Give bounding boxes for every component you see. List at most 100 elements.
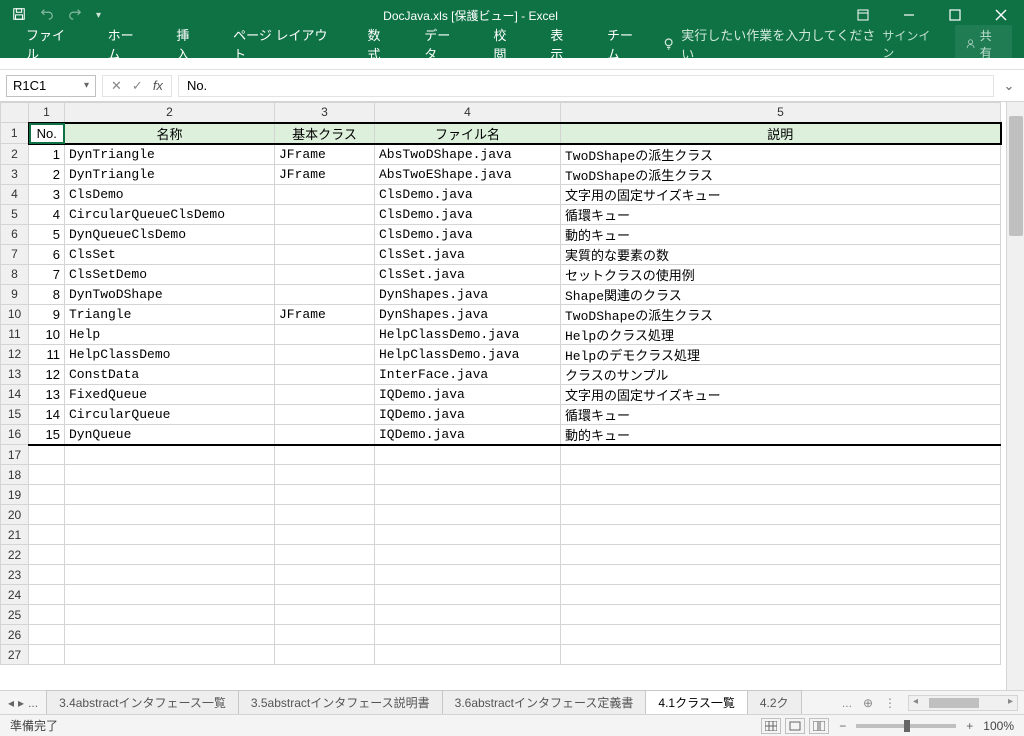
cell-r23-c2[interactable] xyxy=(65,565,275,585)
col-header-3[interactable]: 3 xyxy=(275,103,375,123)
cell-r3-c3[interactable]: JFrame xyxy=(275,164,375,184)
undo-icon[interactable] xyxy=(40,7,54,24)
cell-r26-c2[interactable] xyxy=(65,625,275,645)
header-cell-4[interactable]: 説明 xyxy=(561,123,1001,144)
cell-r21-c3[interactable] xyxy=(275,525,375,545)
cell-r25-c4[interactable] xyxy=(375,605,561,625)
cell-r23-c3[interactable] xyxy=(275,565,375,585)
cell-r20-c1[interactable] xyxy=(29,505,65,525)
cell-r10-c2[interactable]: Triangle xyxy=(65,304,275,324)
chevron-down-icon[interactable]: ▾ xyxy=(84,80,89,91)
col-header-4[interactable]: 4 xyxy=(375,103,561,123)
cell-r22-c5[interactable] xyxy=(561,545,1001,565)
cell-r27-c5[interactable] xyxy=(561,645,1001,665)
row-header-11[interactable]: 11 xyxy=(1,324,29,344)
sheet-tab-4[interactable]: 4.2ク xyxy=(747,690,802,716)
cell-r18-c1[interactable] xyxy=(29,465,65,485)
cell-r11-c3[interactable] xyxy=(275,324,375,344)
cell-r21-c1[interactable] xyxy=(29,525,65,545)
cell-r16-c3[interactable] xyxy=(275,424,375,445)
cell-r16-c4[interactable]: IQDemo.java xyxy=(375,424,561,445)
cell-r10-c5[interactable]: TwoDShapeの派生クラス xyxy=(561,304,1001,324)
cell-r2-c5[interactable]: TwoDShapeの派生クラス xyxy=(561,144,1001,165)
header-cell-2[interactable]: 基本クラス xyxy=(275,123,375,144)
cell-r17-c4[interactable] xyxy=(375,445,561,465)
sheet-tab-1[interactable]: 3.5abstractインタフェース説明書 xyxy=(238,690,443,716)
cell-r7-c4[interactable]: ClsSet.java xyxy=(375,244,561,264)
cell-r17-c3[interactable] xyxy=(275,445,375,465)
cell-r6-c4[interactable]: ClsDemo.java xyxy=(375,224,561,244)
cell-r12-c2[interactable]: HelpClassDemo xyxy=(65,344,275,364)
cell-r22-c1[interactable] xyxy=(29,545,65,565)
zoom-slider[interactable] xyxy=(856,724,956,728)
cell-r6-c5[interactable]: 動的キュー xyxy=(561,224,1001,244)
row-header-25[interactable]: 25 xyxy=(1,605,29,625)
cell-r13-c1[interactable]: 12 xyxy=(29,364,65,384)
cell-r3-c2[interactable]: DynTriangle xyxy=(65,164,275,184)
cell-r15-c3[interactable] xyxy=(275,404,375,424)
row-header-27[interactable]: 27 xyxy=(1,645,29,665)
cell-r13-c4[interactable]: InterFace.java xyxy=(375,364,561,384)
cell-r8-c5[interactable]: セットクラスの使用例 xyxy=(561,264,1001,284)
cell-r4-c4[interactable]: ClsDemo.java xyxy=(375,184,561,204)
cell-r25-c1[interactable] xyxy=(29,605,65,625)
cell-r7-c3[interactable] xyxy=(275,244,375,264)
cell-r6-c1[interactable]: 5 xyxy=(29,224,65,244)
zoom-level[interactable]: 100% xyxy=(983,719,1014,733)
row-header-16[interactable]: 16 xyxy=(1,424,29,445)
horizontal-scrollbar[interactable]: ◂ ▸ xyxy=(908,695,1018,711)
cell-r5-c3[interactable] xyxy=(275,204,375,224)
cell-r21-c5[interactable] xyxy=(561,525,1001,545)
row-header-21[interactable]: 21 xyxy=(1,525,29,545)
row-header-22[interactable]: 22 xyxy=(1,545,29,565)
row-header-19[interactable]: 19 xyxy=(1,485,29,505)
cell-r12-c3[interactable] xyxy=(275,344,375,364)
cell-r4-c5[interactable]: 文字用の固定サイズキュー xyxy=(561,184,1001,204)
cell-r24-c2[interactable] xyxy=(65,585,275,605)
zoom-thumb[interactable] xyxy=(904,720,910,732)
col-header-5[interactable]: 5 xyxy=(561,103,1001,123)
cell-r13-c2[interactable]: ConstData xyxy=(65,364,275,384)
tab-file[interactable]: ファイル xyxy=(12,30,90,58)
cell-r9-c1[interactable]: 8 xyxy=(29,284,65,304)
hscroll-thumb[interactable] xyxy=(929,698,979,708)
row-header-3[interactable]: 3 xyxy=(1,164,29,184)
cell-r9-c5[interactable]: Shape関連のクラス xyxy=(561,284,1001,304)
cell-r23-c4[interactable] xyxy=(375,565,561,585)
cell-r22-c3[interactable] xyxy=(275,545,375,565)
cell-r24-c5[interactable] xyxy=(561,585,1001,605)
cell-r14-c5[interactable]: 文字用の固定サイズキュー xyxy=(561,384,1001,404)
signin-link[interactable]: サインイン xyxy=(882,27,938,61)
scroll-left-icon[interactable]: ◂ xyxy=(913,696,918,707)
cell-r26-c3[interactable] xyxy=(275,625,375,645)
normal-view-icon[interactable] xyxy=(761,718,781,734)
redo-icon[interactable] xyxy=(68,7,82,24)
cell-r7-c2[interactable]: ClsSet xyxy=(65,244,275,264)
tab-nav-next-icon[interactable]: ▸ xyxy=(18,696,24,710)
cell-r18-c3[interactable] xyxy=(275,465,375,485)
row-header-2[interactable]: 2 xyxy=(1,144,29,165)
cell-r24-c3[interactable] xyxy=(275,585,375,605)
cell-r2-c4[interactable]: AbsTwoDShape.java xyxy=(375,144,561,165)
cell-r11-c5[interactable]: Helpのクラス処理 xyxy=(561,324,1001,344)
cell-r17-c2[interactable] xyxy=(65,445,275,465)
cell-r8-c3[interactable] xyxy=(275,264,375,284)
cell-r10-c1[interactable]: 9 xyxy=(29,304,65,324)
zoom-in-icon[interactable]: + xyxy=(966,719,973,733)
cell-r19-c2[interactable] xyxy=(65,485,275,505)
cell-r16-c1[interactable]: 15 xyxy=(29,424,65,445)
cell-r9-c2[interactable]: DynTwoDShape xyxy=(65,284,275,304)
spreadsheet-grid[interactable]: 123451No.名称基本クラスファイル名説明21DynTriangleJFra… xyxy=(0,102,1006,690)
cell-r20-c4[interactable] xyxy=(375,505,561,525)
cell-r16-c5[interactable]: 動的キュー xyxy=(561,424,1001,445)
row-header-10[interactable]: 10 xyxy=(1,304,29,324)
sheet-tab-2[interactable]: 3.6abstractインタフェース定義書 xyxy=(442,690,647,716)
formula-expand-icon[interactable]: ⌄ xyxy=(1000,78,1018,94)
cell-r14-c4[interactable]: IQDemo.java xyxy=(375,384,561,404)
row-header-12[interactable]: 12 xyxy=(1,344,29,364)
scrollbar-thumb[interactable] xyxy=(1009,116,1023,236)
cell-r13-c5[interactable]: クラスのサンプル xyxy=(561,364,1001,384)
row-header-4[interactable]: 4 xyxy=(1,184,29,204)
header-cell-0[interactable]: No. xyxy=(29,123,65,144)
cell-r14-c1[interactable]: 13 xyxy=(29,384,65,404)
